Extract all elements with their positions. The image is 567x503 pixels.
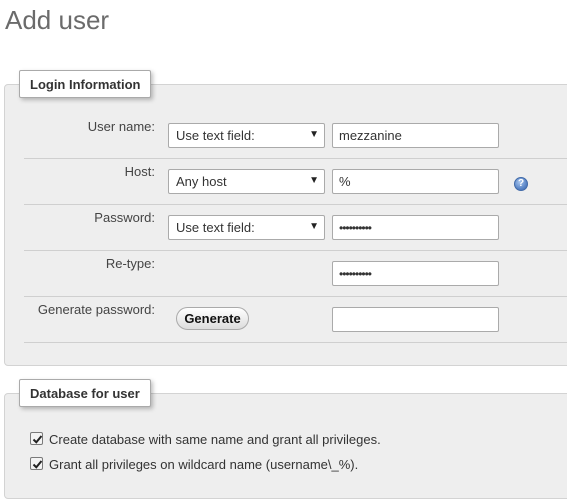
row-divider [24,296,567,297]
database-for-user-legend: Database for user [19,379,151,407]
retype-label: Re-type: [105,256,155,271]
generate-password-label: Generate password: [37,302,155,317]
password-mode-value: Use text field: [176,220,255,235]
retype-password-input[interactable]: •••••••••• [332,261,499,286]
password-mode-select[interactable]: Use text field: ▼ [168,215,325,240]
grant-wildcard-checkbox[interactable] [30,457,43,470]
host-input[interactable]: % [332,169,499,194]
username-input[interactable]: mezzanine [332,123,499,148]
host-label: Host: [124,164,155,179]
username-label: User name: [87,119,155,134]
dropdown-arrow-icon: ▼ [309,175,319,186]
host-mode-select[interactable]: Any host ▼ [168,169,325,194]
page-title: Add user [5,5,110,35]
row-divider [24,342,567,343]
host-mode-value: Any host [176,174,227,189]
grant-wildcard-label: Grant all privileges on wildcard name (u… [49,457,359,472]
row-divider [24,158,567,159]
username-mode-value: Use text field: [176,128,255,143]
dropdown-arrow-icon: ▼ [309,221,319,232]
password-input[interactable]: •••••••••• [332,215,499,240]
help-question-icon[interactable]: ? [514,177,528,191]
username-mode-select[interactable]: Use text field: ▼ [168,123,325,148]
login-information-legend: Login Information [19,70,152,98]
generate-button[interactable]: Generate [176,307,249,330]
password-label: Password: [94,210,155,225]
generated-password-input[interactable] [332,307,499,332]
create-database-label: Create database with same name and grant… [49,432,381,447]
row-divider [24,250,567,251]
create-database-checkbox[interactable] [30,432,43,445]
checkmark-icon [32,435,43,444]
checkmark-icon [32,460,43,469]
row-divider [24,204,567,205]
dropdown-arrow-icon: ▼ [309,129,319,140]
